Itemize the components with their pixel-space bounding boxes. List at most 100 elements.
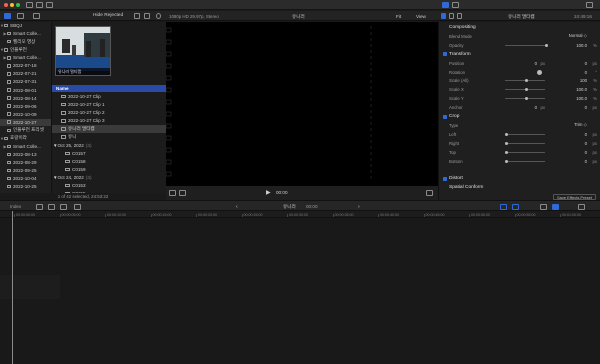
clip-row[interactable]: 2022-10-27 Clip 2	[52, 109, 166, 116]
clip-row[interactable]: 2022-10-27 Clip 1	[52, 101, 166, 108]
slider-knob[interactable]	[505, 141, 508, 145]
timeline-back-icon[interactable]: ‹	[236, 204, 238, 210]
parameter-slider[interactable]	[505, 88, 545, 92]
playhead[interactable]	[12, 211, 13, 364]
parameter-value-field[interactable]: 0	[585, 70, 587, 75]
timeline-index-button[interactable]: Index	[10, 204, 21, 209]
sidebar-item[interactable]: 2022-08-14	[0, 94, 51, 101]
viewer-canvas[interactable]	[165, 22, 438, 186]
sidebar-item[interactable]: 2022-09-06	[0, 103, 51, 110]
libraries-icon[interactable]	[4, 13, 11, 19]
sidebar-item[interactable]: 2022-08-29	[0, 159, 51, 166]
background-tasks-icon[interactable]	[46, 2, 53, 8]
parameter-value-field[interactable]: 0	[585, 132, 587, 137]
timeline-forward-icon[interactable]: ›	[358, 204, 360, 210]
timeline-area[interactable]	[0, 219, 600, 364]
parameter-slider[interactable]	[505, 79, 545, 83]
clip-row[interactable]: C0153	[52, 182, 166, 189]
clip-filter-menu[interactable]: Hide Rejected	[93, 13, 123, 18]
parameter-slider[interactable]	[505, 159, 545, 163]
transitions-browser-icon[interactable]	[578, 203, 585, 210]
sidebar-item[interactable]: 2022-10-25	[0, 183, 51, 190]
sidebar-item[interactable]: ▼ SBQJ	[0, 22, 51, 29]
search-icon[interactable]	[156, 13, 161, 19]
y-value-field[interactable]: 0	[585, 61, 587, 66]
parameter-value-field[interactable]: 0	[585, 141, 587, 146]
slider-knob[interactable]	[505, 150, 508, 154]
clip-row[interactable]: 유니러 멀티캠	[52, 125, 166, 133]
parameter-slider[interactable]	[505, 97, 545, 101]
slider-knob[interactable]	[525, 88, 528, 92]
parameter-slider[interactable]	[505, 132, 545, 136]
layout-icon[interactable]	[452, 2, 459, 8]
sidebar-item[interactable]: 2022-07-18	[0, 62, 51, 69]
zoom-window-button[interactable]	[16, 3, 20, 7]
crop-tool-icon[interactable]	[169, 190, 176, 196]
clip-row[interactable]: C0159	[52, 166, 166, 173]
video-inspector-icon[interactable]	[441, 13, 446, 19]
slider-knob[interactable]	[525, 79, 528, 83]
slider-knob[interactable]	[505, 159, 508, 163]
sidebar-item[interactable]: 2022-07-21	[0, 70, 51, 77]
sidebar-item[interactable]: ▶ Smart Colle...	[0, 54, 51, 61]
slider-knob[interactable]	[545, 43, 548, 47]
date-group-row[interactable]: ▼Oct 24, 2022 (3)	[52, 174, 166, 181]
info-inspector-icon[interactable]	[457, 13, 462, 19]
play-icon[interactable]: ▶	[266, 189, 271, 196]
effects-browser-icon[interactable]	[552, 203, 559, 210]
clip-row[interactable]: C0157	[52, 150, 166, 157]
date-group-row[interactable]: ▼Oct 25, 2022 (3)	[52, 142, 166, 149]
inspector-toggle-icon[interactable]	[442, 2, 449, 8]
sidebar-item[interactable]: 2022-10-04	[0, 175, 51, 182]
clip-row[interactable]: 2022-10-27 Clip 3	[52, 117, 166, 124]
clip-row[interactable]: C0158	[52, 158, 166, 165]
audio-skimming-icon[interactable]	[500, 203, 507, 210]
sidebar-item[interactable]: 2022-10-27	[0, 118, 51, 126]
x-value-field[interactable]: 0	[535, 105, 537, 110]
clip-row[interactable]: 유니	[52, 134, 166, 141]
clip-appearance-icon[interactable]	[540, 203, 547, 210]
parameter-value-field[interactable]: Normal ◇	[569, 33, 587, 39]
share-icon[interactable]	[586, 2, 593, 8]
sidebar-item[interactable]: ▼ 효랑이라	[0, 135, 51, 142]
parameter-slider[interactable]	[505, 141, 545, 145]
timeline-ruler[interactable]: 00:00:00:00 00:00:05:00 00:00:10:00 00:00:1…	[0, 211, 600, 218]
sidebar-item[interactable]: 2022-07-31	[0, 78, 51, 85]
slider-knob[interactable]	[525, 97, 528, 101]
parameter-value-field[interactable]: Trim ◇	[574, 122, 587, 128]
parameter-value-field[interactable]: 0	[585, 150, 587, 155]
section-enable-checkbox[interactable]	[443, 176, 447, 181]
audio-inspector-icon[interactable]	[449, 13, 454, 19]
fullscreen-icon[interactable]	[426, 190, 433, 196]
close-window-button[interactable]	[4, 3, 8, 7]
parameter-slider[interactable]	[505, 43, 548, 47]
x-value-field[interactable]: 0	[535, 61, 537, 66]
sidebar-item[interactable]: 2022-08-13	[0, 151, 51, 158]
sidebar-item[interactable]: 헬리오 영상	[0, 38, 51, 45]
list-view-icon[interactable]	[144, 13, 150, 19]
clip-row[interactable]: 2022-10-27 Clip	[52, 93, 166, 100]
append-clip-icon[interactable]	[36, 203, 43, 210]
sidebar-item[interactable]: ▶ Smart Colle...	[0, 143, 51, 150]
select-tool-icon[interactable]	[74, 203, 81, 210]
parameter-value-field[interactable]: 100.0	[576, 87, 587, 92]
rotation-dial[interactable]	[537, 69, 542, 75]
keyword-icon[interactable]	[36, 2, 43, 8]
import-media-icon[interactable]	[26, 2, 33, 8]
solo-icon[interactable]	[512, 203, 519, 210]
parameter-slider[interactable]	[505, 150, 545, 154]
save-effects-preset-button[interactable]: Save Effects Preset	[552, 193, 596, 200]
sidebar-item[interactable]: 2022-09-25	[0, 167, 51, 174]
viewer-view-menu[interactable]: View	[416, 14, 426, 19]
color-tool-icon[interactable]	[179, 190, 186, 196]
section-enable-checkbox[interactable]	[443, 114, 447, 119]
parameter-value-field[interactable]: 100.0	[576, 43, 587, 48]
sidebar-item[interactable]: 2022-08-01	[0, 86, 51, 93]
insert-clip-icon[interactable]	[48, 203, 55, 210]
section-enable-checkbox[interactable]	[443, 52, 447, 57]
parameter-value-field[interactable]: 100.0	[576, 96, 587, 101]
name-column-header[interactable]: Name	[52, 85, 166, 92]
photos-audio-icon[interactable]	[17, 13, 24, 19]
sidebar-item[interactable]: ▶ Smart Colle...	[0, 30, 51, 37]
parameter-value-field[interactable]: 100	[580, 78, 587, 83]
